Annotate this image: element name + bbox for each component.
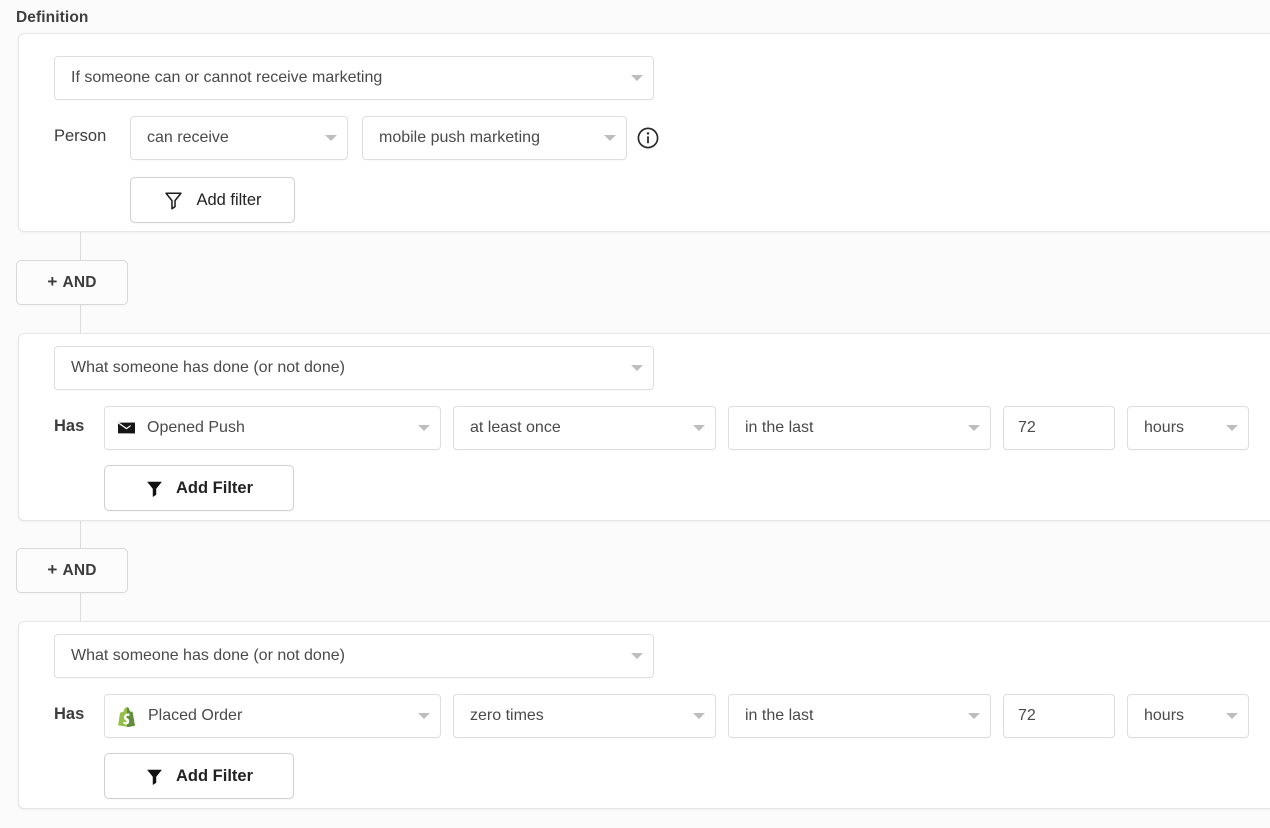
info-circle-icon[interactable]: [637, 127, 659, 149]
marketing-channel-value: mobile push marketing: [379, 129, 540, 146]
row-prefix-label-1: Person: [54, 127, 107, 145]
frequency-select-3[interactable]: zero times: [453, 694, 716, 738]
duration-value: 72: [1018, 419, 1036, 436]
marketing-channel-select[interactable]: mobile push marketing: [362, 116, 627, 160]
funnel-solid-icon: [147, 481, 162, 497]
condition-type-select-3[interactable]: What someone has done (or not done): [54, 634, 654, 678]
connector-line-1b: [80, 305, 81, 333]
connector-line-2b: [80, 593, 81, 621]
duration-unit-value: hours: [1144, 707, 1185, 724]
duration-value: 72: [1018, 707, 1036, 724]
metric-select-2[interactable]: Opened Push: [104, 406, 441, 450]
chevron-down-icon: [1226, 713, 1238, 719]
add-filter-button-3[interactable]: Add Filter: [104, 753, 294, 799]
chevron-down-icon: [968, 425, 980, 431]
timeframe-select-2[interactable]: in the last: [728, 406, 991, 450]
condition-type-value: What someone has done (or not done): [71, 359, 345, 376]
chevron-down-icon: [968, 713, 980, 719]
condition-type-select-2[interactable]: What someone has done (or not done): [54, 346, 654, 390]
plus-icon: +: [47, 560, 58, 579]
and-connector-button-1[interactable]: + AND: [16, 260, 128, 305]
duration-value-input-3[interactable]: 72: [1003, 694, 1115, 738]
condition-card-2: What someone has done (or not done) Has …: [18, 333, 1270, 521]
chevron-down-icon: [418, 713, 430, 719]
duration-unit-select-2[interactable]: hours: [1127, 406, 1249, 450]
consent-state-value: can receive: [147, 129, 229, 146]
connector-line-1a: [80, 232, 81, 260]
chevron-down-icon: [693, 425, 705, 431]
row-prefix-label-3: Has: [54, 705, 85, 723]
duration-unit-value: hours: [1144, 419, 1185, 436]
condition-card-3: What someone has done (or not done) Has …: [18, 621, 1270, 809]
timeframe-value: in the last: [745, 419, 814, 436]
condition-card-1: If someone can or cannot receive marketi…: [18, 33, 1270, 232]
add-filter-label: Add Filter: [176, 766, 253, 785]
chevron-down-icon: [418, 425, 430, 431]
definition-builder: Definition If someone can or cannot rece…: [0, 0, 1270, 828]
add-filter-label: Add filter: [196, 190, 262, 209]
timeframe-value: in the last: [745, 707, 814, 724]
row-prefix-label-2: Has: [54, 417, 85, 435]
metric-value: Placed Order: [148, 707, 243, 724]
condition-type-select-1[interactable]: If someone can or cannot receive marketi…: [54, 56, 654, 100]
funnel-solid-icon: [147, 769, 162, 785]
frequency-select-2[interactable]: at least once: [453, 406, 716, 450]
shopify-icon: [117, 706, 137, 727]
funnel-outline-icon: [165, 191, 183, 209]
chevron-down-icon: [693, 713, 705, 719]
frequency-value: zero times: [470, 707, 544, 724]
chevron-down-icon: [604, 135, 616, 141]
page-title: Definition: [16, 9, 89, 26]
timeframe-select-3[interactable]: in the last: [728, 694, 991, 738]
frequency-value: at least once: [470, 419, 561, 436]
chevron-down-icon: [631, 653, 643, 659]
metric-value: Opened Push: [147, 419, 245, 436]
chevron-down-icon: [325, 135, 337, 141]
push-notification-icon: [117, 420, 136, 436]
and-connector-button-2[interactable]: + AND: [16, 548, 128, 593]
metric-select-3[interactable]: Placed Order: [104, 694, 441, 738]
add-filter-button-2[interactable]: Add Filter: [104, 465, 294, 511]
chevron-down-icon: [631, 75, 643, 81]
add-filter-label: Add Filter: [176, 478, 253, 497]
add-filter-button-1[interactable]: Add filter: [130, 177, 295, 223]
duration-value-input-2[interactable]: 72: [1003, 406, 1115, 450]
condition-type-value: If someone can or cannot receive marketi…: [71, 69, 383, 86]
and-label: AND: [62, 561, 97, 579]
consent-state-select[interactable]: can receive: [130, 116, 348, 160]
chevron-down-icon: [631, 365, 643, 371]
duration-unit-select-3[interactable]: hours: [1127, 694, 1249, 738]
and-label: AND: [62, 273, 97, 291]
condition-type-value: What someone has done (or not done): [71, 647, 345, 664]
plus-icon: +: [47, 272, 58, 291]
connector-line-2a: [80, 521, 81, 549]
chevron-down-icon: [1226, 425, 1238, 431]
